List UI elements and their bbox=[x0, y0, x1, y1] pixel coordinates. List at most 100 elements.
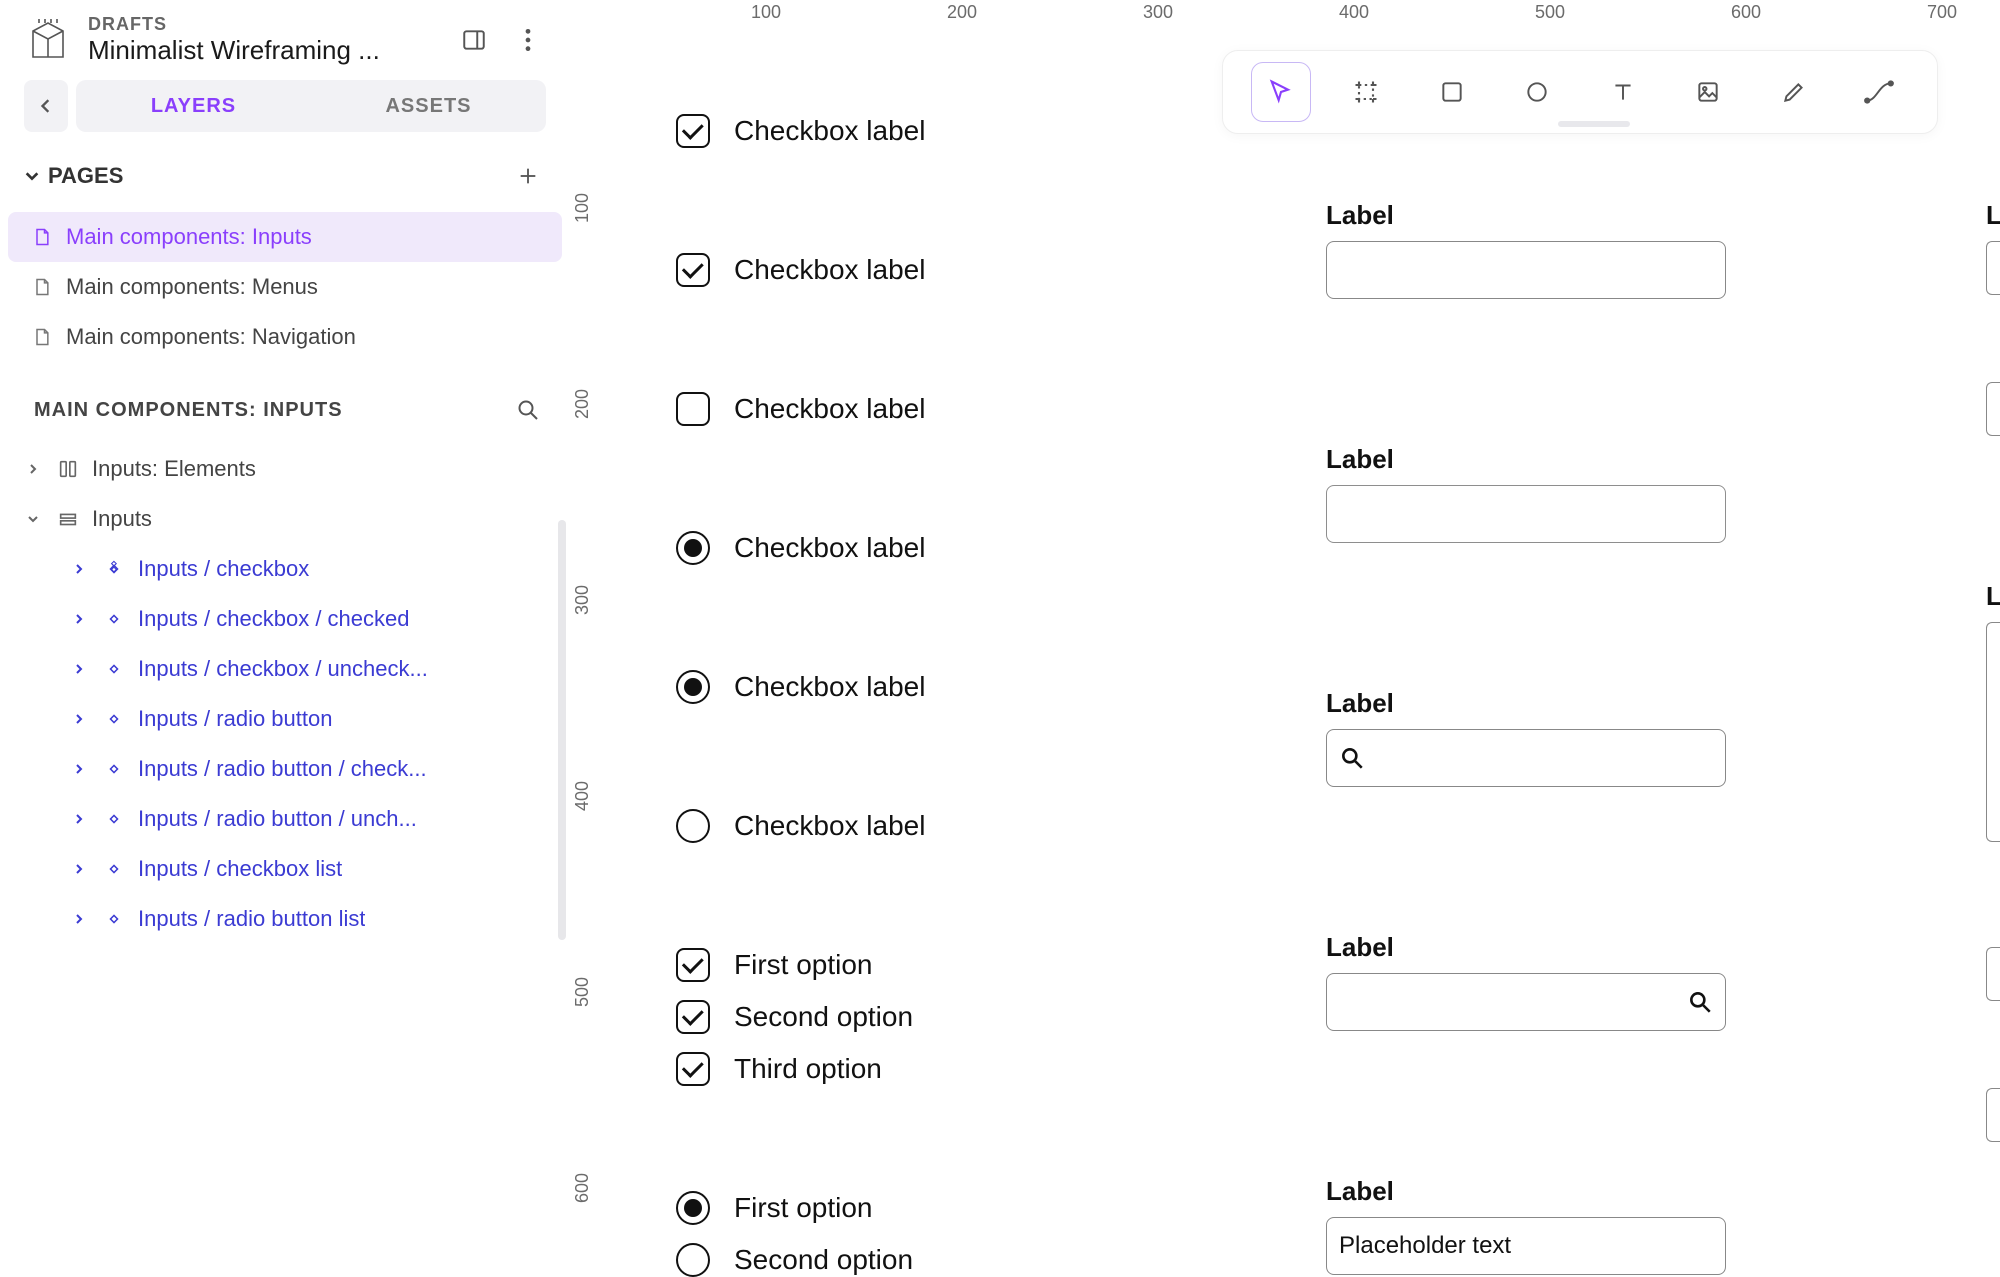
scrollbar[interactable] bbox=[558, 520, 566, 940]
ruler-tick: 400 bbox=[572, 781, 593, 811]
project-icon bbox=[24, 16, 72, 64]
ruler-tick: 600 bbox=[1731, 2, 1761, 23]
wf-text-field-peek[interactable]: F bbox=[1986, 1088, 2000, 1142]
component-row[interactable]: Inputs / radio button bbox=[8, 694, 562, 744]
canvas-column-3: La •• •• La F F bbox=[1986, 200, 2000, 1277]
wf-text-field[interactable]: Label bbox=[1326, 200, 1726, 299]
wf-password-field-peek[interactable]: •• bbox=[1986, 382, 2000, 436]
layer-label: Inputs / radio button bbox=[138, 706, 332, 732]
floating-toolbar[interactable] bbox=[1222, 50, 1938, 134]
outline-header: MAIN COMPONENTS: INPUTS bbox=[0, 362, 570, 444]
layer-label: Inputs / radio button / check... bbox=[138, 756, 427, 782]
wf-radio-list-item[interactable]: First option bbox=[676, 1191, 925, 1225]
layer-row[interactable]: Inputs bbox=[8, 494, 562, 544]
component-row[interactable]: Inputs / radio button / unch... bbox=[8, 794, 562, 844]
layer-label: Inputs / checkbox bbox=[138, 556, 309, 582]
wf-textarea-peek[interactable]: La bbox=[1986, 581, 2000, 842]
component-row[interactable]: Inputs / checkbox list bbox=[8, 844, 562, 894]
wf-radio-checked[interactable]: Checkbox label bbox=[676, 670, 925, 704]
wf-text-field-placeholder[interactable]: Label Placeholder text bbox=[1326, 1176, 1726, 1275]
chevron-right-icon[interactable] bbox=[68, 813, 90, 825]
tool-frame[interactable] bbox=[1336, 62, 1396, 122]
chevron-right-icon[interactable] bbox=[68, 713, 90, 725]
wf-text-field[interactable]: Label bbox=[1326, 444, 1726, 543]
chevron-down-icon bbox=[24, 168, 40, 184]
wf-password-field-peek[interactable]: La •• bbox=[1986, 200, 2000, 295]
tool-ellipse[interactable] bbox=[1507, 62, 1567, 122]
checkbox-icon bbox=[676, 114, 710, 148]
page-item[interactable]: Main components: Menus bbox=[8, 262, 562, 312]
chevron-down-icon[interactable] bbox=[22, 513, 44, 525]
component-row[interactable]: Inputs / checkbox / checked bbox=[8, 594, 562, 644]
tab-assets[interactable]: ASSETS bbox=[311, 80, 546, 132]
back-button[interactable] bbox=[24, 80, 68, 132]
radio-icon bbox=[676, 531, 710, 565]
chevron-right-icon[interactable] bbox=[68, 613, 90, 625]
panel-toggle-icon[interactable] bbox=[456, 22, 492, 58]
wf-checkbox-list-item[interactable]: Third option bbox=[676, 1052, 925, 1086]
layer-tree: Inputs: Elements Inputs Inputs / checkbo… bbox=[0, 444, 570, 944]
component-row[interactable]: Inputs / checkbox / uncheck... bbox=[8, 644, 562, 694]
checkbox-icon bbox=[676, 948, 710, 982]
checkbox-label: Checkbox label bbox=[734, 254, 925, 286]
page-icon bbox=[32, 277, 52, 297]
chevron-right-icon[interactable] bbox=[68, 913, 90, 925]
component-icon bbox=[102, 809, 126, 829]
page-item[interactable]: Main components: Navigation bbox=[8, 312, 562, 362]
chevron-right-icon[interactable] bbox=[68, 663, 90, 675]
page-icon bbox=[32, 327, 52, 347]
ruler-vertical[interactable]: 100 200 300 400 500 600 bbox=[570, 30, 606, 1277]
checkbox-icon bbox=[676, 1000, 710, 1034]
wf-checkbox-list-item[interactable]: Second option bbox=[676, 1000, 925, 1034]
wf-checkbox-list-item[interactable]: First option bbox=[676, 948, 925, 982]
component-row[interactable]: Inputs / checkbox bbox=[8, 544, 562, 594]
pages-label: PAGES bbox=[48, 163, 123, 189]
more-menu-icon[interactable] bbox=[510, 22, 546, 58]
wf-radio-unchecked[interactable]: Checkbox label bbox=[676, 809, 925, 843]
tool-pen[interactable] bbox=[1764, 62, 1824, 122]
wf-search-field-right[interactable]: Label bbox=[1326, 932, 1726, 1031]
wf-search-field-left[interactable]: Label bbox=[1326, 688, 1726, 787]
field-label: La bbox=[1986, 581, 2000, 612]
ruler-tick: 200 bbox=[947, 2, 977, 23]
tab-layers[interactable]: LAYERS bbox=[76, 80, 311, 132]
radio-label: Checkbox label bbox=[734, 810, 925, 842]
wf-radio-list-item[interactable]: Second option bbox=[676, 1243, 925, 1277]
page-icon bbox=[32, 227, 52, 247]
search-layers-button[interactable] bbox=[510, 392, 546, 428]
wf-checkbox-checked[interactable]: Checkbox label bbox=[676, 253, 925, 287]
wf-checkbox-checked[interactable]: Checkbox label bbox=[676, 114, 925, 148]
project-title[interactable]: Minimalist Wireframing ... bbox=[88, 35, 440, 66]
design-canvas[interactable]: Checkbox label Checkbox label Checkbox l… bbox=[606, 30, 2000, 1277]
ruler-tick: 500 bbox=[1535, 2, 1565, 23]
component-icon bbox=[102, 759, 126, 779]
layer-row[interactable]: Inputs: Elements bbox=[8, 444, 562, 494]
chevron-right-icon[interactable] bbox=[22, 463, 44, 475]
page-item[interactable]: Main components: Inputs bbox=[8, 212, 562, 262]
ruler-horizontal[interactable]: 100 200 300 400 500 600 700 bbox=[570, 0, 2000, 30]
wf-checkbox-unchecked[interactable]: Checkbox label bbox=[676, 392, 925, 426]
chevron-right-icon[interactable] bbox=[68, 763, 90, 775]
field-box bbox=[1326, 241, 1726, 299]
pages-section-header[interactable]: PAGES bbox=[0, 140, 570, 212]
tool-move[interactable] bbox=[1251, 62, 1311, 122]
toolbar-grab-handle[interactable] bbox=[1558, 121, 1630, 127]
wf-text-field-peek[interactable]: F bbox=[1986, 947, 2000, 1001]
ruler-tick: 400 bbox=[1339, 2, 1369, 23]
radio-icon bbox=[676, 1191, 710, 1225]
component-row[interactable]: Inputs / radio button list bbox=[8, 894, 562, 944]
layer-label: Inputs / checkbox list bbox=[138, 856, 342, 882]
ruler-tick: 700 bbox=[1927, 2, 1957, 23]
field-label: Label bbox=[1326, 1176, 1726, 1207]
project-category: DRAFTS bbox=[88, 14, 440, 35]
add-page-button[interactable] bbox=[510, 158, 546, 194]
component-row[interactable]: Inputs / radio button / check... bbox=[8, 744, 562, 794]
tool-image[interactable] bbox=[1678, 62, 1738, 122]
tool-rectangle[interactable] bbox=[1422, 62, 1482, 122]
tool-curve[interactable] bbox=[1849, 62, 1909, 122]
wf-radio-checked[interactable]: Checkbox label bbox=[676, 531, 925, 565]
ruler-tick: 100 bbox=[751, 2, 781, 23]
chevron-right-icon[interactable] bbox=[68, 863, 90, 875]
tool-text[interactable] bbox=[1593, 62, 1653, 122]
chevron-right-icon[interactable] bbox=[68, 563, 90, 575]
